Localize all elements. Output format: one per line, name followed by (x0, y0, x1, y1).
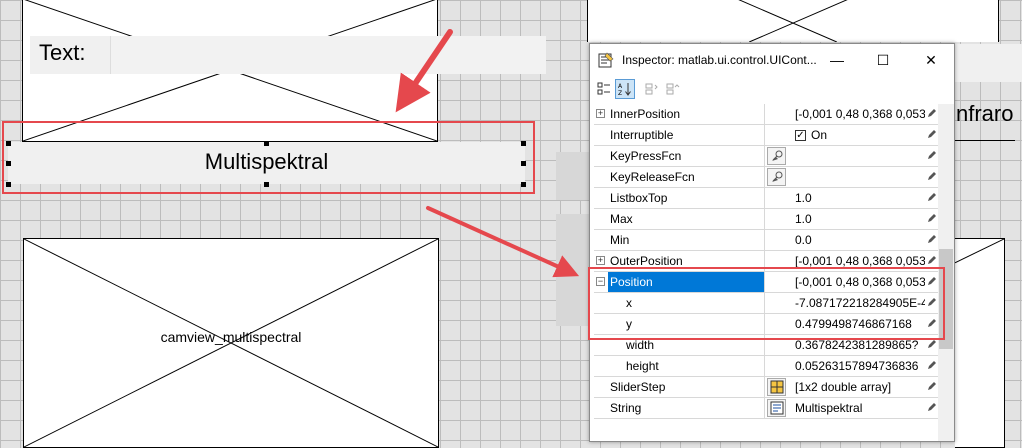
collapse-all-icon[interactable] (663, 79, 683, 99)
property-value[interactable]: [-0,001 0,48 0,368 0,053] (795, 104, 925, 124)
svg-text:A: A (618, 83, 623, 90)
property-name: KeyReleaseFcn (610, 170, 695, 184)
property-value[interactable] (795, 167, 925, 187)
property-row-interruptible[interactable]: Interruptible ✓ On (594, 125, 940, 146)
expand-all-icon[interactable] (642, 79, 662, 99)
infrarot-label-partial: nfraro (956, 101, 1014, 126)
property-row-height[interactable]: height 0.05263157894736836 (594, 356, 940, 377)
maximize-button[interactable]: ☐ (860, 48, 906, 72)
property-row-max[interactable]: Max 1.0 (594, 209, 940, 230)
property-name: ListboxTop (610, 191, 668, 205)
checkbox-label: On (811, 128, 828, 142)
arrow-to-position (426, 206, 580, 278)
placeholder-cross-icon (738, 0, 848, 42)
column-separator (764, 104, 765, 124)
infrarot-underline (955, 140, 1015, 141)
categorized-view-icon[interactable] (594, 79, 614, 99)
property-row-min[interactable]: Min 0.0 (594, 230, 940, 251)
annotation-box-position (588, 267, 945, 340)
column-separator (764, 209, 765, 229)
minimize-button[interactable]: — (814, 48, 860, 72)
property-row-innerposition[interactable]: + InnerPosition [-0,001 0,48 0,368 0,053] (594, 104, 940, 125)
callback-editor-icon[interactable] (767, 147, 786, 165)
property-value[interactable]: 0.0 (795, 230, 925, 250)
inspector-toolbar: AZ (590, 76, 954, 104)
inspector-app-icon (598, 52, 614, 68)
camview-caption: camview_multispectral (160, 329, 302, 345)
property-value[interactable]: 1.0 (795, 209, 925, 229)
column-separator (764, 356, 765, 376)
property-row-keypressfcn[interactable]: KeyPressFcn (594, 146, 940, 167)
sort-alphabetical-icon[interactable]: AZ (615, 79, 635, 99)
property-row-sliderstep[interactable]: SliderStep [1x2 double array] (594, 377, 940, 398)
property-row-listboxtop[interactable]: ListboxTop 1.0 (594, 188, 940, 209)
property-value[interactable]: 1.0 (795, 188, 925, 208)
property-row-keyreleasefcn[interactable]: KeyReleaseFcn (594, 167, 940, 188)
property-name: InnerPosition (610, 107, 681, 121)
column-separator (764, 146, 765, 166)
placeholder-cross-icon (955, 239, 1004, 264)
svg-text:Z: Z (618, 90, 622, 96)
property-value[interactable]: 0.05263157894736836 (795, 356, 925, 376)
array-editor-icon[interactable] (767, 378, 786, 396)
camview-multispectral-placeholder[interactable]: camview_multispectral (23, 238, 439, 448)
property-name: String (610, 401, 642, 415)
annotation-box-label (2, 121, 535, 194)
expand-icon[interactable]: + (596, 109, 605, 118)
column-separator (764, 377, 765, 397)
property-row-string[interactable]: String Multispektral (594, 398, 940, 419)
property-value[interactable]: Multispektral (795, 398, 925, 418)
inspector-window[interactable]: Inspector: matlab.ui.control.UICont... —… (589, 43, 955, 442)
property-name: SliderStep (610, 380, 666, 394)
callback-editor-icon[interactable] (767, 168, 786, 186)
middle-block-top (556, 152, 590, 200)
middle-block-bottom (556, 214, 590, 326)
right-edit-field[interactable] (955, 44, 1022, 82)
text-edit-field[interactable] (110, 36, 546, 74)
property-name: height (626, 359, 659, 373)
property-name: Interruptible (610, 128, 674, 142)
column-separator (764, 167, 765, 187)
column-separator (764, 125, 765, 145)
expand-icon[interactable]: + (596, 256, 605, 265)
close-button[interactable]: ✕ (908, 48, 954, 72)
text-editor-icon[interactable] (767, 399, 786, 417)
property-name: KeyPressFcn (610, 149, 682, 163)
column-separator (764, 188, 765, 208)
column-separator (764, 230, 765, 250)
property-value[interactable]: [1x2 double array] (795, 377, 925, 397)
inspector-titlebar[interactable]: Inspector: matlab.ui.control.UICont... —… (590, 44, 954, 76)
property-value[interactable] (795, 146, 925, 166)
inspector-title: Inspector: matlab.ui.control.UICont... (622, 53, 817, 67)
text-label: Text: (39, 40, 86, 65)
camview-placeholder-right[interactable] (587, 0, 999, 42)
property-name: Max (610, 212, 633, 226)
property-value[interactable]: ✓ On (795, 125, 925, 145)
property-name: Min (610, 233, 630, 247)
column-separator (764, 398, 765, 418)
camview-placeholder-right-bottom[interactable] (955, 238, 1005, 448)
checkbox-checked-icon[interactable]: ✓ (795, 130, 806, 142)
